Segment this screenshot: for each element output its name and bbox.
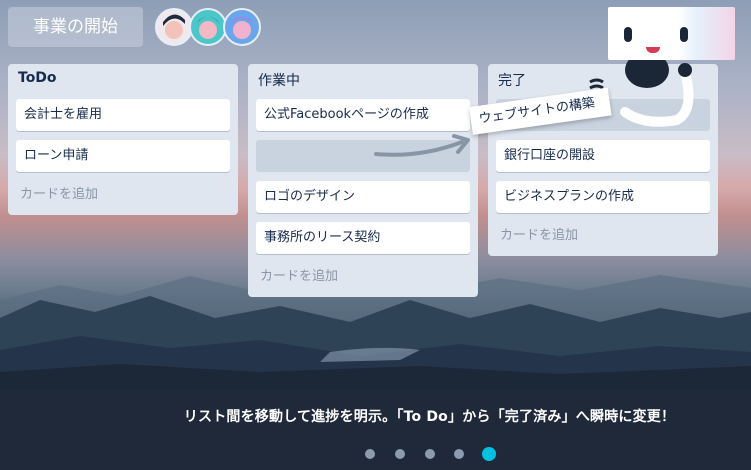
avatar-face-icon bbox=[196, 17, 220, 39]
carousel-dot-1[interactable] bbox=[365, 449, 375, 459]
caption-bar bbox=[0, 390, 751, 470]
member-avatar[interactable] bbox=[155, 8, 193, 46]
card[interactable]: 事務所のリース契約 bbox=[256, 222, 470, 254]
member-avatar[interactable] bbox=[189, 8, 227, 46]
robot-mouth-icon bbox=[646, 47, 660, 53]
add-card-link[interactable]: カードを追加 bbox=[500, 224, 578, 243]
slide-caption: リスト間を移動して進捗を明示。「To Do」から「完了済み」へ瞬時に変更！ bbox=[183, 409, 676, 425]
list-in-progress: 作業中 公式Facebookページの作成 ロゴのデザイン 事務所のリース契約 カ… bbox=[248, 64, 478, 297]
robot-mascot bbox=[608, 7, 735, 60]
add-card-link[interactable]: カードを追加 bbox=[20, 183, 98, 202]
carousel-dot-4[interactable] bbox=[454, 449, 464, 459]
board-title[interactable]: 事業の開始 bbox=[8, 7, 143, 47]
card[interactable]: 会計士を雇用 bbox=[16, 99, 230, 131]
card[interactable]: ローン申請 bbox=[16, 140, 230, 172]
list-title[interactable]: 完了 bbox=[498, 70, 526, 90]
robot-eye-icon bbox=[624, 27, 632, 42]
list-todo: ToDo 会計士を雇用 ローン申請 カードを追加 bbox=[8, 64, 238, 215]
robot-eye-icon bbox=[680, 27, 688, 42]
card[interactable]: 公式Facebookページの作成 bbox=[256, 99, 470, 131]
avatar-face-icon bbox=[163, 14, 185, 39]
carousel-dot-3[interactable] bbox=[425, 449, 435, 459]
carousel-dot-2[interactable] bbox=[395, 449, 405, 459]
carousel-dot-5[interactable] bbox=[482, 447, 496, 461]
move-arrow-icon bbox=[374, 134, 470, 157]
list-title[interactable]: ToDo bbox=[18, 70, 57, 86]
onboarding-slide: 事業の開始 ToDo 会計士を雇用 ローン申請 カードを追加 作業中 公式Fac… bbox=[0, 0, 751, 470]
avatar-face-icon bbox=[231, 17, 253, 39]
card[interactable]: ロゴのデザイン bbox=[256, 181, 470, 213]
add-card-link[interactable]: カードを追加 bbox=[260, 265, 338, 284]
member-avatar[interactable] bbox=[223, 8, 261, 46]
card[interactable]: ビジネスプランの作成 bbox=[496, 181, 710, 213]
list-title[interactable]: 作業中 bbox=[258, 70, 300, 90]
card[interactable]: 銀行口座の開設 bbox=[496, 140, 710, 172]
